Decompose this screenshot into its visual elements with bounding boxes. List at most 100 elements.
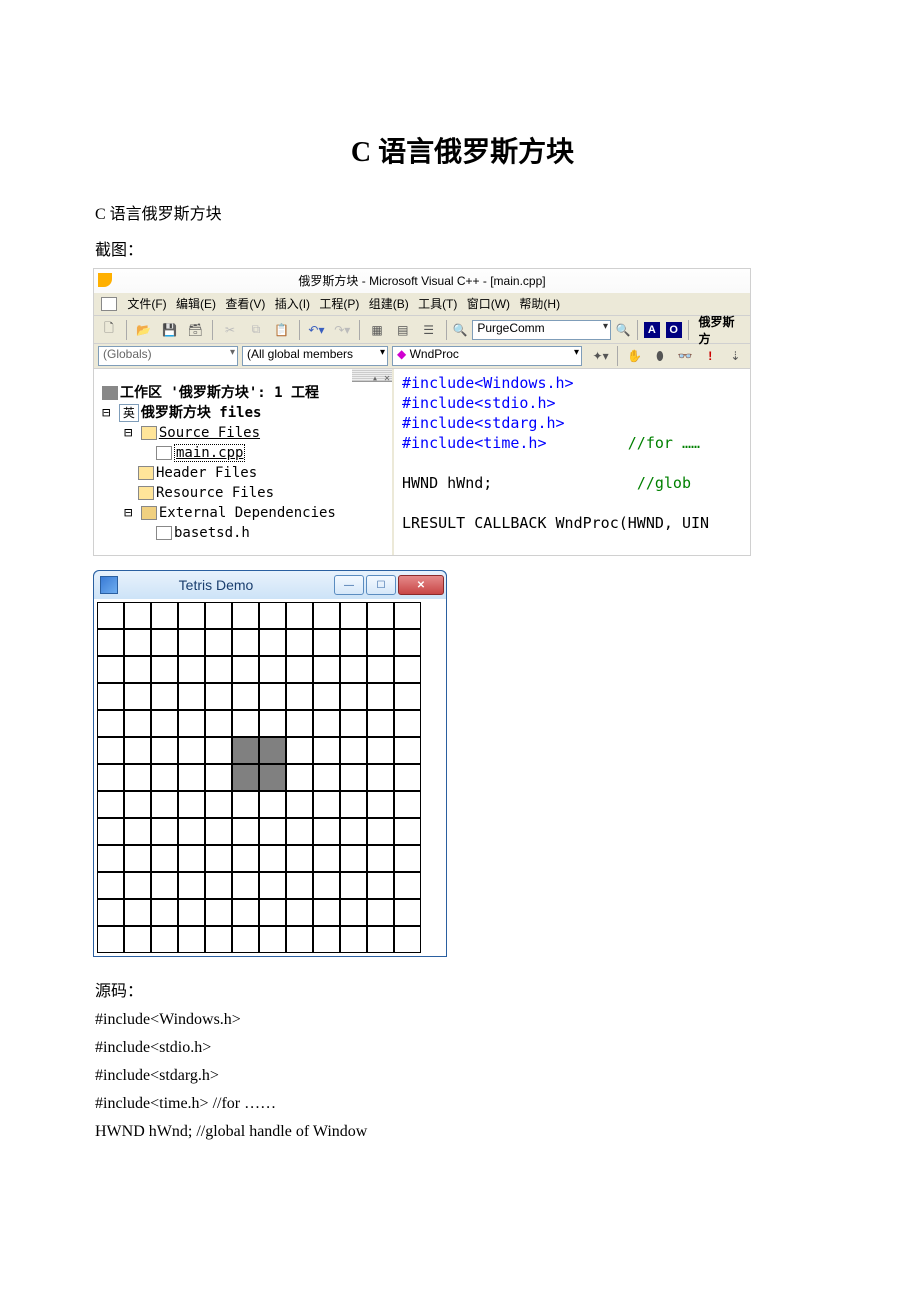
grid-cell	[205, 818, 232, 845]
grid-cell	[367, 845, 394, 872]
doc-title: C 语言俄罗斯方块	[95, 130, 830, 170]
saveall-icon[interactable]: 🗃	[184, 319, 206, 341]
tree-basetsd[interactable]: basetsd.h	[174, 525, 250, 541]
menu-insert[interactable]: 插入(I)	[275, 297, 310, 311]
grid-cell	[151, 656, 178, 683]
copy-icon[interactable]: ⧉	[245, 319, 267, 341]
output-icon[interactable]: ▤	[392, 319, 414, 341]
grid-cell	[340, 683, 367, 710]
vc6-window: 俄罗斯方块 - Microsoft Visual C++ - [main.cpp…	[93, 268, 751, 556]
file-icon	[156, 446, 172, 460]
src-l3: #include<stdarg.h>	[95, 1067, 830, 1085]
grid-cell	[124, 710, 151, 737]
tetris-titlebar[interactable]: Tetris Demo — ☐ ✕	[94, 571, 446, 599]
grid-cell	[313, 629, 340, 656]
grid-cell	[151, 629, 178, 656]
grid-cell	[232, 845, 259, 872]
grid-cell	[286, 737, 313, 764]
code-l4a: #include<time.h>	[402, 434, 547, 452]
grid-cell	[286, 845, 313, 872]
minimize-button[interactable]: —	[334, 575, 364, 595]
letter-o-icon[interactable]: O	[666, 322, 682, 338]
grid-cell	[178, 818, 205, 845]
save-icon[interactable]: 💾	[159, 319, 181, 341]
grid-cell	[367, 602, 394, 629]
grid-cell	[340, 818, 367, 845]
close-button[interactable]: ✕	[398, 575, 444, 595]
grid-cell	[205, 926, 232, 953]
grid-cell	[367, 710, 394, 737]
menu-tools[interactable]: 工具(T)	[418, 297, 457, 311]
tree-source-folder[interactable]: Source Files	[159, 425, 260, 441]
src-l2: #include<stdio.h>	[95, 1039, 830, 1057]
grid-cell	[259, 845, 286, 872]
doc-subtitle: C 语言俄罗斯方块	[95, 200, 830, 224]
vc6-menubar[interactable]: 文件(F) 编辑(E) 查看(V) 插入(I) 工程(P) 组建(B) 工具(T…	[93, 293, 751, 316]
redo-icon[interactable]: ↷▾	[331, 319, 353, 341]
find-combo[interactable]: PurgeComm	[472, 320, 611, 340]
grid-cell	[205, 629, 232, 656]
menu-window[interactable]: 窗口(W)	[467, 297, 510, 311]
workspace-icon[interactable]: ▦	[366, 319, 388, 341]
grid-cell	[124, 629, 151, 656]
grid-cell	[151, 683, 178, 710]
paste-icon[interactable]: 📋	[271, 319, 293, 341]
grid-cell	[367, 737, 394, 764]
grid-cell	[286, 683, 313, 710]
grid-cell	[340, 926, 367, 953]
menu-project[interactable]: 工程(P)	[319, 297, 359, 311]
grid-cell	[232, 899, 259, 926]
grid-cell	[367, 926, 394, 953]
grid-cell	[178, 683, 205, 710]
menu-file[interactable]: 文件(F)	[127, 297, 166, 311]
menu-help[interactable]: 帮助(H)	[519, 297, 560, 311]
grid-cell	[367, 764, 394, 791]
find-icon[interactable]: 🔍	[452, 322, 468, 338]
tree-extdep-folder[interactable]: External Dependencies	[159, 505, 336, 521]
menu-build[interactable]: 组建(B)	[369, 297, 409, 311]
tree-main-cpp[interactable]: main.cpp	[174, 444, 245, 462]
src-l1: #include<Windows.h>	[95, 1011, 830, 1029]
undo-icon[interactable]: ↶▾	[306, 319, 328, 341]
scope-combo[interactable]: (Globals)	[98, 346, 238, 366]
grid-cell	[232, 926, 259, 953]
new-icon[interactable]: 🗋	[98, 319, 120, 341]
function-combo[interactable]: ◆ WndProc	[392, 346, 582, 366]
members-combo[interactable]: (All global members	[242, 346, 388, 366]
maximize-button[interactable]: ☐	[366, 575, 396, 595]
workspace-icon	[102, 386, 118, 400]
menu-edit[interactable]: 编辑(E)	[176, 297, 216, 311]
ime-indicator[interactable]: 英	[119, 404, 139, 422]
grid-cell	[97, 818, 124, 845]
cut-icon[interactable]: ✂	[219, 319, 241, 341]
workspace-tree[interactable]: ▴ ✕ 工作区 '俄罗斯方块': 1 工程 ⊟ 英俄罗斯方块 files ⊟ S…	[94, 369, 394, 555]
menu-view[interactable]: 查看(V)	[225, 297, 265, 311]
tree-header-folder[interactable]: Header Files	[156, 465, 257, 481]
grid-cell	[124, 818, 151, 845]
letter-a-icon[interactable]: A	[644, 322, 660, 338]
grid-cell	[394, 791, 421, 818]
hand-icon[interactable]: ✋	[624, 345, 645, 367]
tree-resource-folder[interactable]: Resource Files	[156, 485, 274, 501]
grid-cell	[259, 899, 286, 926]
tree-workspace[interactable]: 工作区 '俄罗斯方块': 1 工程	[120, 385, 319, 401]
step-icon[interactable]: ⇣	[725, 345, 746, 367]
grid-cell	[178, 872, 205, 899]
grid-cell	[340, 872, 367, 899]
folder-icon	[141, 426, 157, 440]
code-editor[interactable]: #include<Windows.h> #include<stdio.h> #i…	[394, 369, 750, 555]
app-icon	[98, 273, 112, 287]
wand-icon[interactable]: ✦▾	[590, 345, 611, 367]
vc6-title-text: 俄罗斯方块 - Microsoft Visual C++ - [main.cpp…	[298, 274, 545, 288]
grid-cell	[124, 656, 151, 683]
breakpoint-icon[interactable]: ⬮	[649, 345, 670, 367]
grid-cell	[151, 710, 178, 737]
grid-cell	[205, 899, 232, 926]
find-in-files-icon[interactable]: 🔍	[615, 322, 631, 338]
tree-project[interactable]: 俄罗斯方块 files	[141, 405, 262, 421]
quickwatch-icon[interactable]: 👓	[674, 345, 695, 367]
open-icon[interactable]: 📂	[133, 319, 155, 341]
windowlist-icon[interactable]: ☰	[418, 319, 440, 341]
bang-icon[interactable]: !	[700, 345, 721, 367]
grid-cell	[205, 872, 232, 899]
